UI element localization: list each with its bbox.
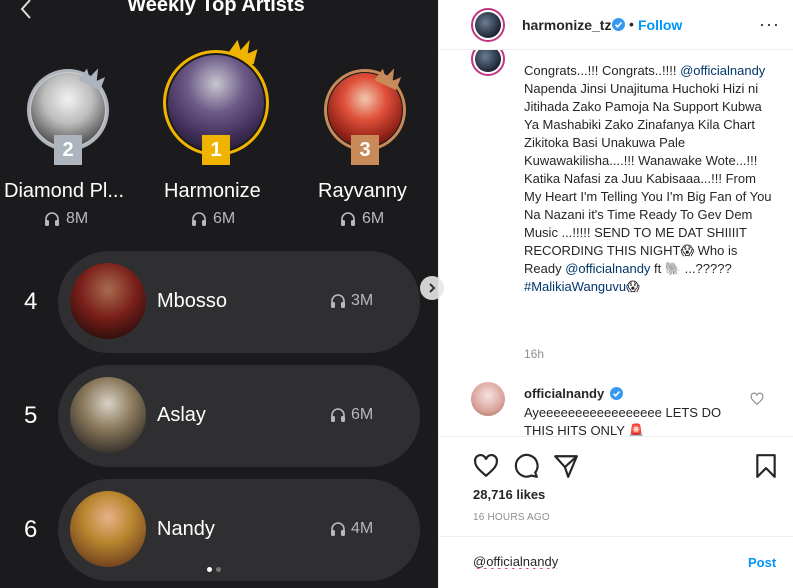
carousel-dot — [216, 567, 221, 572]
headphones-icon — [192, 212, 206, 226]
podium-name-3: Rayvanny — [318, 180, 407, 202]
podium-name-2: Diamond Pl... — [4, 180, 125, 202]
carousel-dot-active — [207, 567, 212, 572]
header-separator: • — [629, 16, 634, 32]
caption-text-segment: Congrats...!!! Congrats..!!!! — [524, 63, 681, 78]
plays-value: 4M — [351, 520, 374, 537]
list-rank: 6 — [24, 516, 38, 543]
more-options-icon[interactable]: ··· — [759, 14, 780, 35]
headphones-icon — [45, 212, 59, 226]
comment-like-heart-icon[interactable] — [750, 392, 764, 406]
post-header: harmonize_tz • Follow ··· — [439, 0, 793, 50]
chevron-right-icon — [429, 283, 436, 293]
headphones-icon — [341, 212, 355, 226]
podium-plays-2: 8M — [44, 210, 88, 228]
silver-crown-icon — [78, 68, 106, 90]
comment-box: Post — [439, 536, 793, 588]
plays-value: 3M — [351, 292, 374, 309]
plays-value: 6M — [213, 210, 236, 227]
post-comment-button[interactable]: Post — [748, 555, 776, 570]
headphones-icon — [331, 522, 345, 536]
reply-avatar[interactable] — [471, 382, 505, 416]
caption-mention-link[interactable]: @officialnandy — [680, 63, 765, 78]
reply-text: Ayeeeeeeeeeeeeeeeee LETS DO THIS HITS ON… — [524, 405, 722, 436]
caption-avatar[interactable] — [471, 50, 505, 76]
headphones-icon — [331, 408, 345, 422]
podium-plays-1: 6M — [191, 210, 235, 228]
caption-timestamp: 16h — [524, 347, 545, 361]
list-pill: Mbosso 3M — [58, 251, 420, 353]
like-heart-icon[interactable] — [473, 453, 499, 479]
list-name: Mbosso — [157, 290, 228, 312]
post-caption: Congrats...!!! Congrats..!!!! @officialn… — [524, 62, 774, 296]
reply-username[interactable]: officialnandy — [524, 386, 604, 401]
likes-count[interactable]: 28,716 likes — [473, 487, 545, 502]
plays-value: 6M — [362, 210, 385, 227]
share-paper-plane-icon[interactable] — [553, 453, 579, 479]
comment-bubble-icon[interactable] — [513, 453, 539, 479]
carousel-dots — [207, 567, 221, 572]
artist-avatar-mbosso — [70, 263, 146, 339]
gold-crown-icon — [228, 39, 258, 64]
comment-input[interactable] — [473, 554, 733, 569]
list-rank: 5 — [24, 402, 38, 429]
post-actions: 28,716 likes 16 HOURS AGO — [439, 436, 793, 536]
list-plays: 4M — [330, 520, 373, 538]
comments-area[interactable]: Congrats...!!! Congrats..!!!! @officialn… — [439, 50, 793, 436]
list-plays: 3M — [330, 292, 373, 310]
podium: 2 Diamond Pl... 8M 1 Harmonize 6M 3 Rayv… — [0, 39, 438, 240]
rank-badge-1: 1 — [202, 135, 230, 165]
caption-mention-link[interactable]: @officialnandy — [565, 261, 650, 276]
post-image: Weekly Top Artists 2 Diamond Pl... 8M 1 … — [0, 0, 438, 588]
post-username[interactable]: harmonize_tz — [522, 17, 611, 33]
artist-avatar-nandy — [70, 491, 146, 567]
rank-badge-2: 2 — [54, 135, 82, 165]
caption-text-segment: Napenda Jinsi Unajituma Huchoki Hizi ni … — [524, 81, 772, 276]
artist-avatar-aslay — [70, 377, 146, 453]
list-plays: 6M — [330, 406, 373, 424]
list-rank: 4 — [24, 288, 38, 315]
list-pill: Nandy 4M — [58, 479, 420, 581]
headphones-icon — [331, 294, 345, 308]
list-pill: Aslay 6M — [58, 365, 420, 467]
follow-button[interactable]: Follow — [638, 17, 682, 33]
rank-badge-3: 3 — [351, 135, 379, 165]
podium-plays-3: 6M — [340, 210, 384, 228]
verified-badge-icon — [612, 18, 625, 31]
list-item: 4 Mbosso 3M — [0, 251, 438, 353]
caption-hashtag-link[interactable]: #MalikiaWanguvu — [524, 279, 626, 294]
verified-badge-icon — [610, 387, 623, 400]
plays-value: 8M — [66, 210, 89, 227]
list-item: 5 Aslay 6M — [0, 365, 438, 467]
list-name: Nandy — [157, 518, 215, 540]
avatar[interactable] — [471, 8, 505, 42]
chart-screen-title: Weekly Top Artists — [127, 0, 305, 16]
list-item: 6 Nandy 4M — [0, 479, 438, 581]
podium-name-1: Harmonize — [164, 180, 261, 202]
caption-text-segment: 😱 — [626, 279, 640, 294]
post-sidebar: harmonize_tz • Follow ··· Congrats...!!!… — [438, 0, 793, 588]
carousel-next-button[interactable] — [420, 276, 444, 300]
plays-value: 6M — [351, 406, 374, 423]
save-bookmark-icon[interactable] — [753, 453, 779, 479]
bronze-crown-icon — [374, 68, 402, 90]
caption-text-segment: ft 🐘 ...????? — [650, 261, 732, 276]
list-name: Aslay — [157, 404, 206, 426]
post-date: 16 HOURS AGO — [473, 512, 550, 523]
